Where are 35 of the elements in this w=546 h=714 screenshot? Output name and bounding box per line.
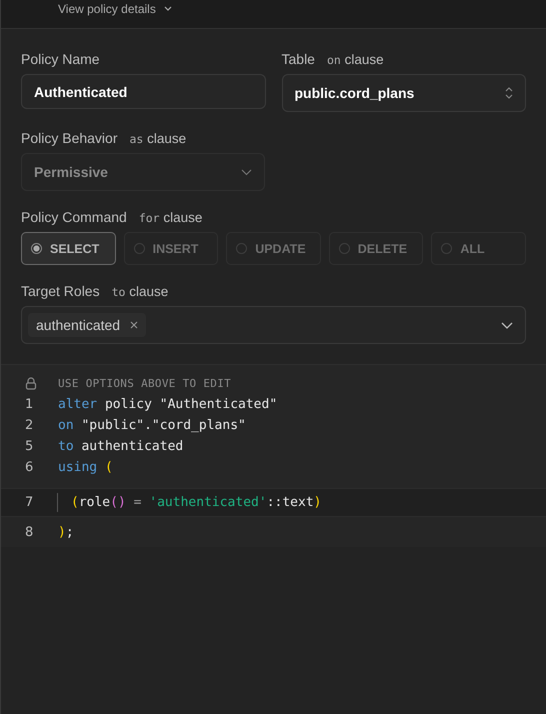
field-label: Target Roles bbox=[21, 283, 100, 299]
code-line: on "public"."cord_plans" bbox=[58, 418, 246, 433]
view-details-link[interactable]: View policy details bbox=[58, 2, 156, 16]
editor-notice: USE OPTIONS ABOVE TO EDIT bbox=[58, 377, 232, 390]
code-line: alter policy "Authenticated" bbox=[58, 397, 278, 412]
field-label: Table bbox=[282, 51, 315, 67]
code-line: using ( bbox=[58, 460, 113, 475]
table-select[interactable]: public.cord_plans bbox=[282, 74, 526, 112]
command-option[interactable]: SELECT bbox=[21, 232, 116, 265]
roles-select[interactable]: authenticated bbox=[21, 306, 526, 344]
line-number: 7 bbox=[24, 495, 34, 510]
line-number: 6 bbox=[24, 460, 34, 475]
line-number: 5 bbox=[24, 439, 34, 454]
code-line: (role() = 'authenticated'::text) bbox=[71, 495, 322, 510]
tag-label: authenticated bbox=[36, 317, 120, 333]
clause-hint: on clause bbox=[326, 52, 384, 67]
field-label: Policy Command bbox=[21, 209, 127, 225]
lock-icon bbox=[25, 377, 37, 390]
chevron-down-icon bbox=[501, 322, 513, 328]
chevron-down-icon bbox=[241, 168, 252, 176]
chevron-down-icon bbox=[164, 6, 172, 12]
code-line: to authenticated bbox=[58, 439, 184, 454]
policy-name-field[interactable]: Authenticated bbox=[21, 74, 266, 109]
line-number: 8 bbox=[24, 524, 34, 540]
clause-hint: to clause bbox=[112, 284, 168, 299]
line-number: 1 bbox=[24, 397, 34, 412]
clause-hint: for clause bbox=[138, 210, 202, 225]
field-label: Policy Name bbox=[21, 51, 100, 67]
code-line: ); bbox=[58, 524, 74, 540]
field-label: Policy Behavior bbox=[21, 130, 118, 146]
line-number: 2 bbox=[24, 418, 34, 433]
editable-line-area[interactable]: 7 (role() = 'authenticated'::text) bbox=[1, 488, 546, 517]
clause-hint: as clause bbox=[130, 131, 186, 146]
up-down-chevron-icon bbox=[505, 87, 513, 99]
close-icon[interactable] bbox=[130, 321, 138, 329]
